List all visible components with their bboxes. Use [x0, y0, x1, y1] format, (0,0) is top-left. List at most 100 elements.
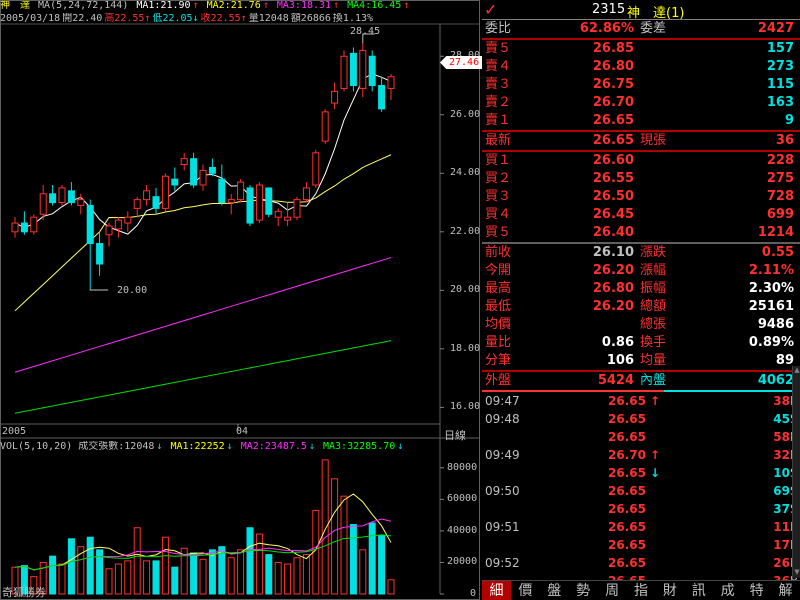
candle-body [20, 222, 28, 233]
stock-code: 2315 [592, 2, 626, 17]
candle-body [171, 178, 179, 186]
date-label-month: 04 [236, 426, 249, 437]
field-value: 26.85 [592, 41, 634, 56]
tick-t: 09:49 [485, 448, 520, 462]
latest-row: 最新 26.65 現張 36 [482, 132, 800, 150]
field-value: 9486 [757, 317, 794, 332]
field-value: 26.75 [592, 77, 634, 92]
tick-v: 26 [773, 556, 790, 570]
stock-title: 神 達(1) [627, 6, 685, 21]
tick-t: 09:47 [485, 394, 520, 408]
candle-body [49, 193, 57, 204]
price-tick-label: 22.00 [450, 225, 481, 237]
volume-bar [368, 522, 376, 595]
tab-4[interactable]: 周 [598, 581, 627, 600]
candle-body [349, 52, 357, 87]
tick-p: 26.65 [608, 502, 646, 516]
tab-6[interactable]: 財 [655, 581, 684, 600]
candle-body [11, 222, 19, 233]
field-label: 振幅 [640, 281, 667, 296]
scroll-down-icon[interactable]: ▼ [793, 568, 800, 578]
tick-v: 11 [773, 520, 790, 534]
stats-row: 最高 26.80 振幅 2.30% [482, 280, 800, 298]
tab-1[interactable]: 價 [511, 581, 540, 600]
field-value: 26.20 [592, 263, 634, 278]
volume-bar [359, 549, 367, 595]
tick-scrollbar[interactable]: ▲ ▼ [792, 366, 800, 578]
field-value: 9 [784, 113, 794, 128]
field-label: 最新 [485, 133, 512, 148]
volume-bar [274, 561, 282, 595]
tab-3[interactable]: 勢 [569, 581, 598, 600]
field-value: 25161 [748, 299, 794, 314]
volume-bar [387, 579, 395, 595]
price-tick-label: 20.00 [450, 284, 481, 296]
volume-bar [378, 535, 386, 595]
volume-bar [246, 527, 254, 595]
field-value: 26.65 [592, 113, 634, 128]
volume-bar [293, 557, 301, 595]
volume-tick-label: 20000 [447, 556, 478, 568]
tab-2[interactable]: 盤 [540, 581, 569, 600]
tab-0[interactable]: 細 [482, 581, 511, 600]
field-value: 5424 [597, 373, 634, 388]
candle-body [67, 190, 75, 204]
volume-bar [208, 549, 216, 595]
tab-8[interactable]: 成 [713, 581, 742, 600]
volume-header: VOL(5,10,20) 成交張數:12048 ↓ MA1:22252 ↓ MA2:… [0, 441, 404, 452]
kline-chart[interactable] [0, 0, 480, 600]
tick-row: 09:4926.70↑32B [482, 446, 800, 464]
field-value: 26.50 [592, 189, 634, 204]
tab-9[interactable]: 特 [742, 581, 771, 600]
volume-bar [124, 560, 132, 595]
volume-bar [49, 555, 57, 595]
volume-bar [302, 554, 310, 595]
field-label: 賣４ [485, 59, 512, 74]
field-value: 2427 [757, 21, 794, 36]
volume-bar [227, 557, 235, 595]
tab-5[interactable]: 指 [627, 581, 656, 600]
price-tick-label: 26.00 [450, 108, 481, 120]
volume-bar [284, 563, 292, 595]
field-value: 163 [766, 95, 794, 110]
candle-body [77, 199, 85, 206]
tick-row: 09:4726.65↑38B [482, 392, 800, 410]
date-label-year: 2005 [2, 426, 27, 437]
candle-body [30, 216, 38, 233]
field-label: 買２ [485, 171, 512, 186]
tick-a: ↓ [650, 466, 661, 480]
tab-10[interactable]: 解 [771, 581, 800, 600]
field-label: 賣１ [485, 113, 512, 128]
candle-body [340, 55, 348, 89]
field-label: 委比 [485, 21, 512, 36]
scroll-up-icon[interactable]: ▲ [793, 366, 800, 376]
tick-p: 26.65 [608, 520, 646, 534]
field-value: 115 [766, 77, 794, 92]
tick-row: 26.65↓10S [482, 464, 800, 482]
candle-body [368, 55, 376, 87]
bid-row: 買５ 26.40 1214 [482, 224, 800, 242]
outer-inner-row: 外盤 5424 內盤 4062 [482, 372, 800, 390]
ask-row: 賣５ 26.85 157 [482, 40, 800, 58]
field-label: 內盤 [640, 373, 667, 388]
candle-body [237, 181, 245, 201]
tick-row: 26.6537S [482, 500, 800, 518]
check-icon[interactable]: ✓ [484, 0, 497, 19]
volume-bar [265, 554, 273, 595]
volume-tick-label: 0 [470, 588, 477, 599]
stats-row: 前收 26.10 漲跌 0.55 [482, 244, 800, 262]
tick-t: 09:48 [485, 412, 520, 426]
price-tick-label: 24.00 [450, 167, 481, 179]
tab-7[interactable]: 訊 [684, 581, 713, 600]
tick-row: 09:5026.6569S [482, 482, 800, 500]
candle-body [96, 243, 104, 265]
candle-body [246, 187, 254, 224]
tick-v: 58 [773, 430, 790, 444]
tick-p: 26.65 [608, 394, 646, 408]
field-label: 最低 [485, 299, 512, 314]
field-value: 26.60 [592, 153, 634, 168]
candle-body [180, 158, 188, 166]
volume-bar [133, 527, 141, 595]
field-value: 0.86 [601, 335, 634, 350]
tick-v: 38 [773, 394, 790, 408]
